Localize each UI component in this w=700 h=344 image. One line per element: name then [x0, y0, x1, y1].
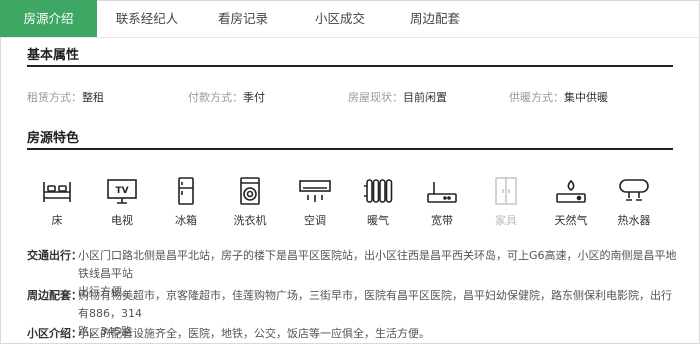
traffic-text-line: 小区门口路北侧是昌平北站，房子的楼下是昌平区医院站，出小区往西是昌平西关环岛，可…: [78, 249, 677, 280]
attr-lease-type: 租赁方式：整租: [27, 89, 104, 105]
water-heater-icon: [619, 179, 649, 201]
router-icon: [427, 182, 457, 203]
feature-label: 家具: [495, 214, 517, 227]
community-label: 小区介绍：: [27, 327, 82, 340]
tab-bar: 房源介绍 联系经纪人 看房记录 小区成交 周边配套: [0, 0, 700, 38]
community-description: 小区介绍： 小区的配套设施齐全，医院，地铁，公交，饭店等一应俱全，生活方便。: [27, 325, 677, 343]
radiator-icon: [364, 179, 393, 203]
washer-icon: [240, 177, 260, 205]
nearby-label: 周边配套：: [27, 289, 82, 302]
attr-label: 房屋现状：: [348, 91, 403, 104]
attr-value: 整租: [82, 91, 104, 104]
feature-label: 洗衣机: [233, 214, 267, 227]
bed-icon: [43, 182, 71, 202]
attr-value: 目前闲置: [403, 91, 447, 104]
features-title: 房源特色: [27, 131, 80, 146]
svg-text:TV: TV: [115, 186, 128, 196]
attr-status: 房屋现状：目前闲置: [348, 89, 447, 105]
feature-furniture: 家具: [476, 176, 536, 228]
feature-water-heater: 热水器: [604, 176, 664, 228]
feature-label: 床: [51, 214, 63, 227]
feature-bed: 床: [27, 176, 87, 228]
attr-label: 租赁方式：: [27, 91, 82, 104]
feature-broadband: 宽带: [412, 176, 472, 228]
community-text-line: 小区的配套设施齐全，医院，地铁，公交，饭店等一应俱全，生活方便。: [78, 327, 430, 340]
feature-gas: 天然气: [541, 176, 601, 228]
feature-label: 空调: [304, 214, 326, 227]
feature-label: 电视: [111, 214, 133, 227]
feature-label: 暖气: [367, 214, 389, 227]
traffic-label: 交通出行：: [27, 249, 82, 262]
attr-value: 季付: [243, 91, 265, 104]
tab-contact-agent[interactable]: 联系经纪人: [102, 0, 192, 37]
attr-value: 集中供暖: [564, 91, 608, 104]
feature-tv: TV 电视: [92, 176, 152, 228]
tab-listing-intro[interactable]: 房源介绍: [0, 0, 97, 37]
attr-label: 付款方式：: [188, 91, 243, 104]
feature-label: 冰箱: [175, 214, 197, 227]
attr-label: 供暖方式：: [509, 91, 564, 104]
feature-label: 天然气: [554, 214, 588, 227]
feature-radiator: 暖气: [348, 176, 408, 228]
section-divider: [27, 65, 673, 67]
wardrobe-icon: [495, 177, 517, 205]
attr-payment: 付款方式：季付: [188, 89, 265, 105]
attr-heating: 供暖方式：集中供暖: [509, 89, 608, 105]
tv-icon: TV: [107, 179, 137, 204]
tab-nearby-facilities[interactable]: 周边配套: [395, 0, 475, 37]
nearby-text-line: 购物有物美超市，京客隆超市，佳莲购物广场，三街早市，医院有昌平区医院，昌平妇幼保…: [78, 289, 672, 320]
feature-label: 热水器: [617, 214, 651, 227]
section-divider: [27, 148, 673, 150]
feature-fridge: 冰箱: [156, 176, 216, 228]
basic-attributes-title: 基本属性: [27, 48, 80, 63]
tab-viewing-records[interactable]: 看房记录: [203, 0, 283, 37]
air-conditioner-icon: [299, 180, 331, 202]
gas-stove-icon: [556, 179, 586, 203]
fridge-icon: [178, 177, 194, 205]
feature-air-conditioner: 空调: [285, 176, 345, 228]
tab-community-deals[interactable]: 小区成交: [300, 0, 380, 37]
feature-label: 宽带: [431, 214, 453, 227]
feature-washer: 洗衣机: [220, 176, 280, 228]
